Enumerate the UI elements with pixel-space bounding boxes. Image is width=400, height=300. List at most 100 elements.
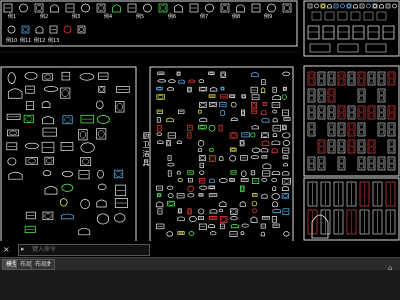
fixture-detail <box>61 89 69 97</box>
window-symbol <box>365 43 387 53</box>
fixture-detail <box>321 4 325 8</box>
fixture-symbol <box>250 216 258 223</box>
fixture-symbol <box>63 25 72 34</box>
fixture-symbol <box>240 170 247 178</box>
fixture-detail <box>282 125 286 130</box>
drawing-label: 例3 <box>72 14 81 20</box>
door-panel <box>349 107 354 113</box>
fixture-symbol <box>8 171 23 180</box>
drawing-canvas[interactable]: 厨卫洁具 例1 例2 例3 例4 例5 例6 例7 例8 例9 例10 例11 例12 例13 <box>0 0 400 258</box>
fixture-symbol <box>143 3 152 13</box>
door-panel <box>339 107 344 113</box>
fixture-symbol <box>112 4 121 13</box>
fixture-detail <box>210 156 215 161</box>
fixture-detail <box>262 133 268 138</box>
door-panel <box>339 129 344 135</box>
status-bar <box>0 270 400 300</box>
door-panel <box>369 112 374 118</box>
command-input[interactable] <box>32 245 142 253</box>
door-panel <box>379 95 384 101</box>
door-panel <box>309 129 314 135</box>
fixture-symbol <box>80 198 90 210</box>
window-symbol <box>337 43 359 53</box>
door-panel <box>369 163 374 169</box>
fixture-symbol <box>197 109 202 114</box>
fixture-detail <box>373 4 377 8</box>
drawing-label: 例4 <box>104 14 113 20</box>
fixture-detail <box>199 193 203 196</box>
fixture-symbol <box>59 198 68 207</box>
fixture-symbol <box>187 193 195 198</box>
door-panel <box>329 112 334 118</box>
door-panel <box>309 78 314 84</box>
door-panel <box>379 112 384 118</box>
fixture-detail <box>188 209 191 214</box>
fixture-detail <box>81 158 90 165</box>
fixture-symbol <box>41 101 51 108</box>
workspace-icon[interactable]: ⌂ <box>388 264 392 272</box>
door-panel <box>309 90 314 96</box>
fixture-symbol <box>7 157 17 166</box>
drawing-label: 例13 <box>48 38 60 44</box>
fixture-symbol <box>60 213 74 220</box>
fixture-detail <box>209 186 214 189</box>
door-panel <box>349 112 354 118</box>
fixture-detail <box>222 5 228 11</box>
fixture-symbol <box>157 140 164 144</box>
fixture-detail <box>240 141 244 146</box>
door-panel <box>339 112 344 118</box>
door-panel <box>319 158 324 164</box>
door-symbol <box>307 25 320 40</box>
door-panel <box>339 158 344 164</box>
fixture-symbol <box>261 117 270 123</box>
toolbar-glyph <box>311 11 322 21</box>
door-panel <box>369 107 374 113</box>
fixture-detail <box>9 130 18 136</box>
door-panel <box>369 141 374 147</box>
fixture-detail <box>27 158 36 164</box>
drawing-label: 例6 <box>168 14 177 20</box>
fixture-symbol <box>251 125 259 130</box>
door-panel <box>379 124 384 130</box>
door-panel <box>359 158 364 164</box>
fixture-detail <box>241 110 245 115</box>
door-symbol <box>352 25 365 40</box>
fixture-detail <box>199 125 206 129</box>
door-panel <box>369 158 374 164</box>
fixture-detail <box>200 102 206 107</box>
door-panel <box>389 158 394 164</box>
frame-right-top <box>303 0 400 57</box>
toolbar-glyph <box>324 11 335 21</box>
fixture-symbol <box>50 4 59 13</box>
fixture-symbol <box>272 186 277 191</box>
door-panel <box>349 73 354 79</box>
fixture-detail <box>221 87 224 90</box>
fixture-symbol <box>271 148 278 154</box>
fixture-symbol <box>272 109 278 114</box>
door-panel <box>319 78 324 84</box>
fixture-detail <box>46 158 53 164</box>
add-layout-button[interactable]: + <box>46 259 52 267</box>
fixture-symbol <box>239 201 246 207</box>
door-panel <box>319 90 324 96</box>
door-panel <box>369 78 374 84</box>
fixture-symbol <box>272 132 278 137</box>
door-panel <box>319 95 324 101</box>
toolbar-glyph <box>363 11 374 21</box>
fixture-symbol <box>43 86 59 92</box>
fixture-symbol <box>96 213 110 225</box>
fixture-symbol <box>96 199 107 208</box>
fixture-symbol <box>282 132 291 139</box>
door-panel <box>349 141 354 147</box>
fixture-detail <box>230 148 236 151</box>
fixture-symbol <box>260 148 269 153</box>
fixture-symbol <box>271 140 281 145</box>
fixture-detail <box>177 72 180 75</box>
fixture-detail <box>200 156 205 161</box>
toolbar-glyph <box>337 11 348 21</box>
fixture-detail <box>178 231 184 235</box>
door-panel <box>379 158 384 164</box>
fixture-symbol <box>79 72 95 81</box>
close-icon[interactable]: × <box>3 245 10 254</box>
drawing-svg <box>0 0 400 243</box>
